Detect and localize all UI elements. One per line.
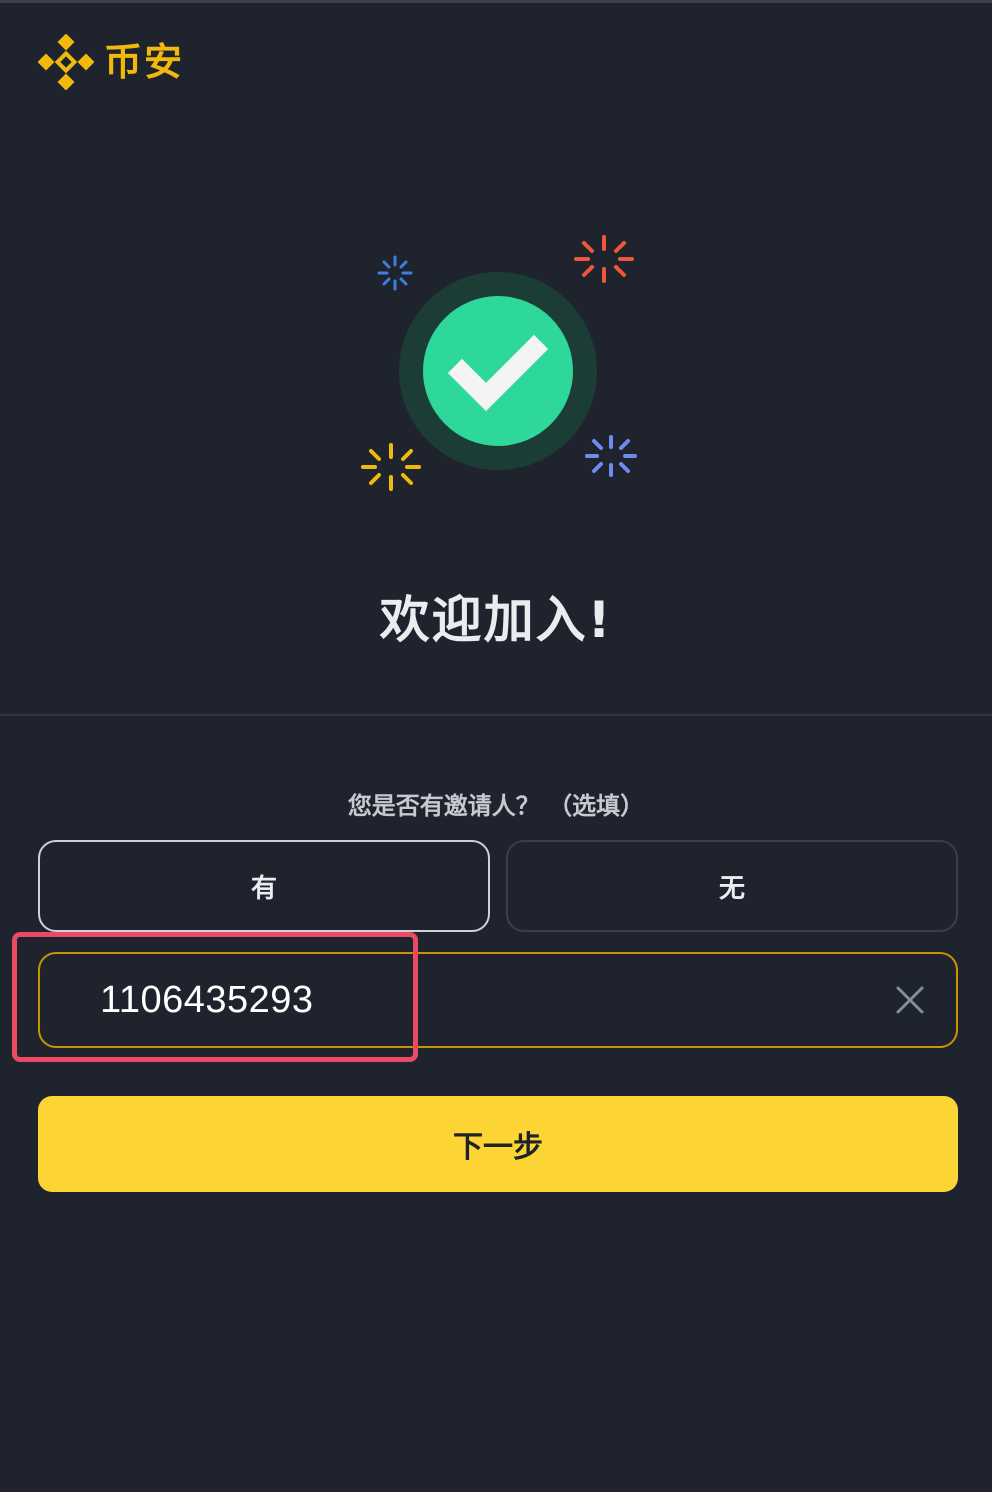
binance-logo-icon xyxy=(38,34,94,90)
sparkle-icon xyxy=(585,435,637,477)
sparkle-icon xyxy=(377,255,413,291)
section-divider xyxy=(0,714,992,716)
clear-button[interactable] xyxy=(894,984,926,1016)
referral-option-yes[interactable]: 有 xyxy=(38,840,490,932)
referral-question-label: 您是否有邀请人？ （选填） xyxy=(347,792,645,820)
next-step-button[interactable]: 下一步 xyxy=(38,1096,958,1192)
welcome-title: 欢迎加入! xyxy=(379,591,613,649)
sparkle-icon xyxy=(361,443,421,491)
sparkle-icon xyxy=(574,235,634,283)
referral-option-yes-label: 有 xyxy=(250,873,277,904)
close-icon xyxy=(896,986,924,1014)
referral-option-no-label: 无 xyxy=(718,873,745,904)
success-illustration xyxy=(350,225,650,525)
top-edge xyxy=(0,0,992,3)
next-step-label: 下一步 xyxy=(453,1130,543,1165)
brand-header: 币安 xyxy=(38,32,184,92)
referral-option-no[interactable]: 无 xyxy=(506,840,958,932)
referral-id-value[interactable]: 1106435293 xyxy=(100,979,314,1022)
brand-name: 币安 xyxy=(104,40,185,84)
success-check-icon xyxy=(361,235,637,491)
referral-id-input[interactable]: 1106435293 xyxy=(38,952,958,1048)
